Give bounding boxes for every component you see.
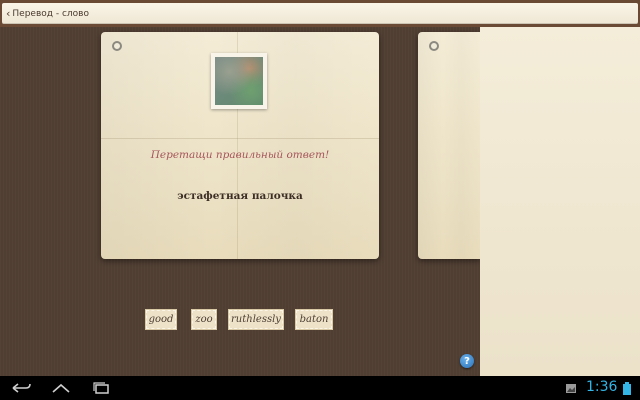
question-card: Перетащи правильный ответ! эстафетная па…	[101, 32, 379, 259]
next-card	[418, 32, 480, 259]
battery-icon	[621, 380, 633, 396]
instruction-text: Перетащи правильный ответ!	[150, 149, 330, 161]
back-nav-icon[interactable]	[10, 380, 32, 396]
answer-option[interactable]: zoo	[191, 309, 217, 330]
back-button[interactable]: ‹ Перевод - слово	[6, 6, 89, 21]
clock: 1:36	[586, 379, 618, 395]
system-navigation-bar: 1:36	[0, 376, 640, 400]
pin-icon	[112, 41, 122, 51]
answer-option[interactable]: baton	[295, 309, 333, 330]
answer-option[interactable]: good	[145, 309, 177, 330]
stamp-image	[211, 53, 267, 109]
answer-option[interactable]: ruthlessly	[228, 309, 284, 330]
help-button[interactable]: ?	[460, 354, 474, 368]
app-screen: ‹ Перевод - слово Перетащи правильный от…	[0, 0, 640, 376]
gallery-notification-icon	[565, 380, 577, 396]
chevron-left-icon: ‹	[6, 7, 11, 20]
back-label: Перевод - слово	[12, 8, 89, 19]
card-fold-horizontal	[101, 138, 379, 139]
source-word: эстафетная палочка	[177, 190, 303, 202]
recent-apps-icon[interactable]	[91, 380, 111, 396]
action-bar-inner: ‹ Перевод - слово	[2, 3, 638, 24]
action-bar: ‹ Перевод - слово	[0, 0, 640, 27]
pin-icon	[429, 41, 439, 51]
stamp-picture	[215, 57, 263, 105]
home-icon[interactable]	[50, 380, 72, 396]
side-panel	[480, 27, 640, 376]
